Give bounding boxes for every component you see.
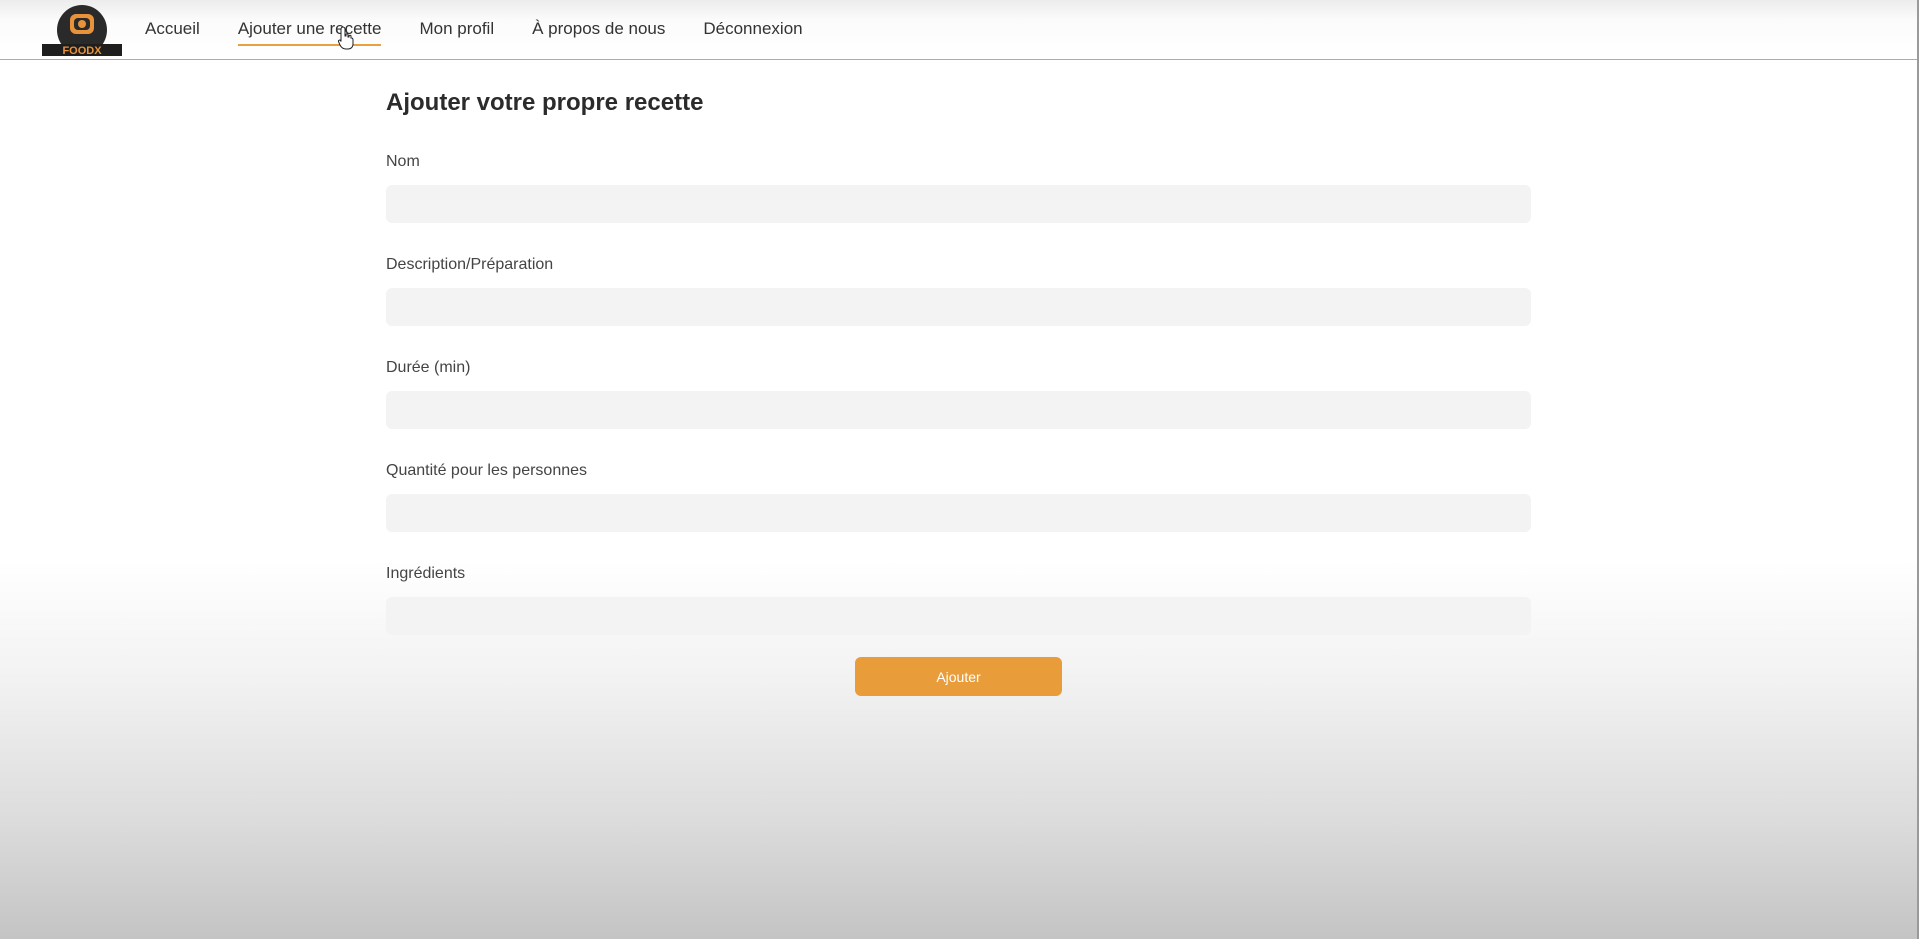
field-label-duree: Durée (min) [386, 359, 471, 376]
main-nav: Accueil Ajouter une recette Mon profil À… [145, 0, 841, 58]
field-label-quantite: Quantité pour les personnes [386, 462, 588, 479]
nav-link-ajouter-recette[interactable]: Ajouter une recette [237, 13, 381, 46]
ajouter-button[interactable]: Ajouter [855, 657, 1062, 696]
add-recipe-form: Ajouter votre propre recette Nom Descrip… [386, 60, 1531, 696]
logo-text: FOODX [62, 45, 102, 56]
quantite-input[interactable] [386, 494, 1531, 532]
field-description: Description/Préparation [386, 254, 1531, 326]
page-title: Ajouter votre propre recette [386, 89, 704, 116]
foodx-logo[interactable]: FOODX [40, 4, 124, 56]
field-quantite: Quantité pour les personnes [386, 460, 1531, 532]
description-input[interactable] [386, 288, 1531, 326]
field-ingredients: Ingrédients [386, 563, 1531, 635]
hand-pointer-icon [337, 26, 354, 50]
ingredients-input[interactable] [386, 597, 1531, 635]
nom-input[interactable] [386, 185, 1531, 223]
field-nom: Nom [386, 151, 1531, 223]
field-label-description: Description/Préparation [386, 256, 554, 273]
top-navbar: FOODX Accueil Ajouter une recette Mon pr… [0, 0, 1917, 60]
field-label-ingredients: Ingrédients [386, 565, 466, 582]
field-label-nom: Nom [386, 153, 420, 170]
nav-link-deconnexion[interactable]: Déconnexion [703, 13, 802, 45]
nav-link-a-propos[interactable]: À propos de nous [532, 13, 665, 45]
duree-input[interactable] [386, 391, 1531, 429]
nav-link-accueil[interactable]: Accueil [145, 13, 200, 45]
nav-link-mon-profil[interactable]: Mon profil [419, 13, 494, 45]
field-duree: Durée (min) [386, 357, 1531, 429]
